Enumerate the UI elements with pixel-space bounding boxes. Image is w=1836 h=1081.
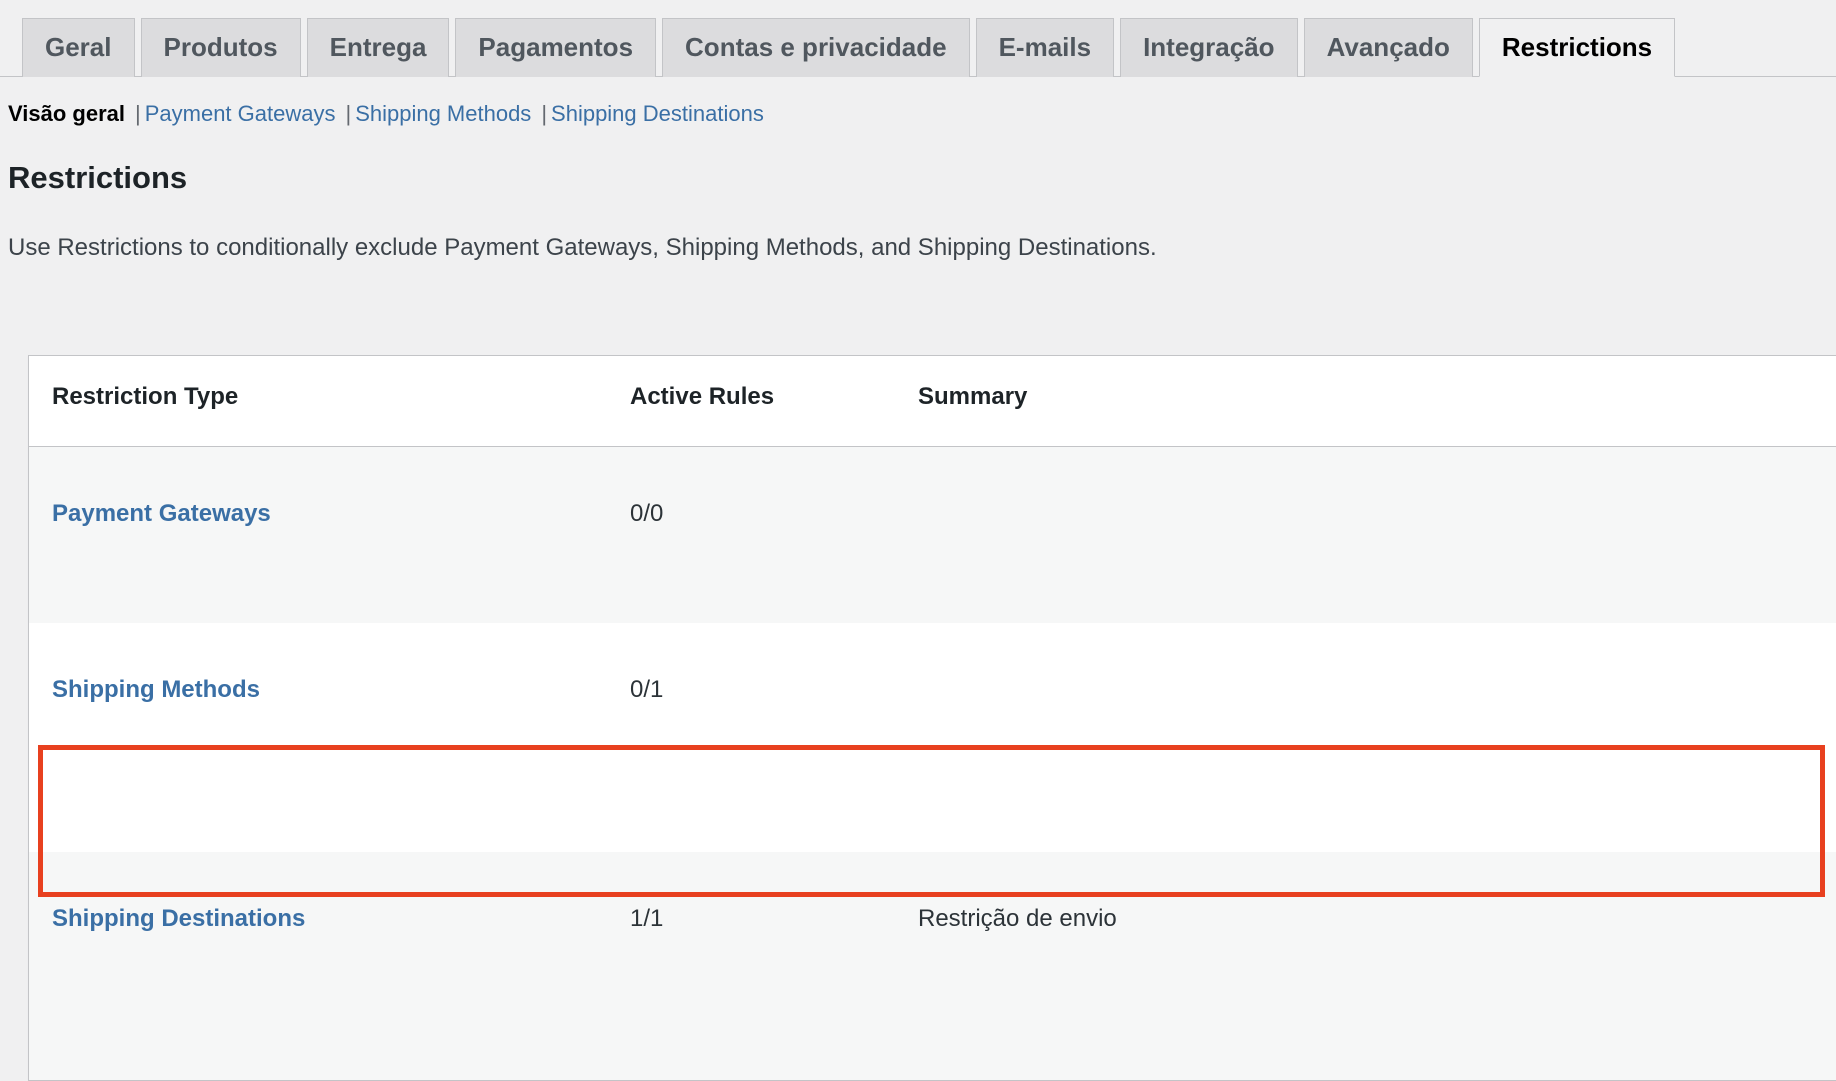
subnav-item-shipping-methods[interactable]: Shipping Methods [355, 103, 531, 125]
subnav-separator-2: | [335, 103, 355, 125]
separator-glyph: | [135, 101, 141, 126]
subnav-link-shipping-methods[interactable]: Shipping Methods [355, 101, 531, 126]
table-row[interactable]: Payment Gateways 0/0 [29, 446, 1836, 623]
cell-restriction-type: Shipping Methods [29, 622, 607, 852]
table-body: Payment Gateways 0/0 Shipping Methods 0/… [29, 446, 1836, 1080]
separator-glyph: | [541, 101, 548, 126]
tab-pagamentos[interactable]: Pagamentos [455, 18, 657, 77]
page-title: Restrictions [8, 160, 188, 195]
tab-geral[interactable]: Geral [22, 18, 135, 77]
subnav-current-label: Visão geral [8, 101, 125, 126]
column-header-summary: Summary [895, 356, 1836, 447]
cell-summary: Restrição de envio [895, 851, 1836, 1080]
cell-summary [895, 622, 1836, 852]
cell-active-rules: 1/1 [607, 851, 895, 1080]
column-header-restriction-type: Restriction Type [29, 356, 607, 447]
cell-restriction-type: Payment Gateways [29, 446, 607, 623]
subnav-separator-1: | [125, 103, 145, 125]
subnav-item-shipping-destinations[interactable]: Shipping Destinations [551, 103, 764, 125]
restrictions-subnav: Visão geral | Payment Gateways | Shipping Me… [0, 77, 1836, 125]
link-shipping-methods[interactable]: Shipping Methods [52, 676, 260, 703]
subnav-separator-3: | [531, 103, 551, 125]
subnav-link-payment-gateways[interactable]: Payment Gateways [145, 101, 336, 126]
subnav-item-payment-gateways[interactable]: Payment Gateways [145, 103, 336, 125]
page-description: Use Restrictions to conditionally exclud… [8, 234, 1157, 262]
restrictions-table-container: Restriction Type Active Rules Summary Pa… [28, 355, 1836, 1081]
table-row[interactable]: Shipping Destinations 1/1 Restrição de e… [29, 851, 1836, 1080]
tab-produtos[interactable]: Produtos [140, 18, 301, 77]
restrictions-table: Restriction Type Active Rules Summary Pa… [29, 356, 1836, 1080]
subnav-item-visao-geral[interactable]: Visão geral [8, 103, 125, 125]
tab-entrega[interactable]: Entrega [306, 18, 450, 77]
cell-summary [895, 446, 1836, 623]
subnav-link-shipping-destinations[interactable]: Shipping Destinations [551, 101, 764, 126]
column-header-active-rules: Active Rules [607, 356, 895, 447]
settings-tab-bar: Geral Produtos Entrega Pagamentos Contas e p… [0, 0, 1836, 77]
tab-integracao[interactable]: Integração [1120, 18, 1298, 77]
link-shipping-destinations[interactable]: Shipping Destinations [52, 905, 305, 932]
link-payment-gateways[interactable]: Payment Gateways [52, 500, 271, 527]
tab-avancado[interactable]: Avançado [1303, 18, 1473, 77]
cell-active-rules: 0/0 [607, 446, 895, 623]
table-header-row: Restriction Type Active Rules Summary [29, 356, 1836, 447]
table-row[interactable]: Shipping Methods 0/1 [29, 622, 1836, 852]
separator-glyph: | [345, 101, 352, 126]
tab-emails[interactable]: E-mails [975, 18, 1115, 77]
cell-restriction-type: Shipping Destinations [29, 851, 607, 1080]
cell-active-rules: 0/1 [607, 622, 895, 852]
tab-restrictions[interactable]: Restrictions [1478, 18, 1676, 77]
tab-contas-e-privacidade[interactable]: Contas e privacidade [662, 18, 970, 77]
table-head: Restriction Type Active Rules Summary [29, 356, 1836, 447]
